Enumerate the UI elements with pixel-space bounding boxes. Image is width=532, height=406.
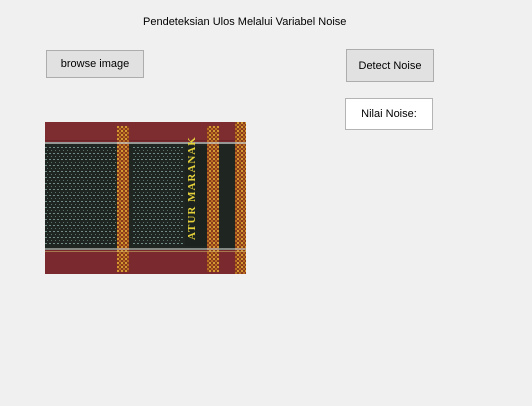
image-preview: ATUR MARANAK xyxy=(45,122,246,274)
noise-value-label: Nilai Noise: xyxy=(361,108,417,120)
ulos-image: ATUR MARANAK xyxy=(45,122,246,274)
woven-text: ATUR MARANAK xyxy=(186,136,198,240)
page-title: Pendeteksian Ulos Melalui Variabel Noise xyxy=(143,16,347,28)
app-window: Pendeteksian Ulos Melalui Variabel Noise… xyxy=(0,0,532,406)
detect-noise-button[interactable]: Detect Noise xyxy=(346,49,434,82)
browse-image-button[interactable]: browse image xyxy=(46,50,144,78)
noise-value-box: Nilai Noise: xyxy=(345,98,433,130)
